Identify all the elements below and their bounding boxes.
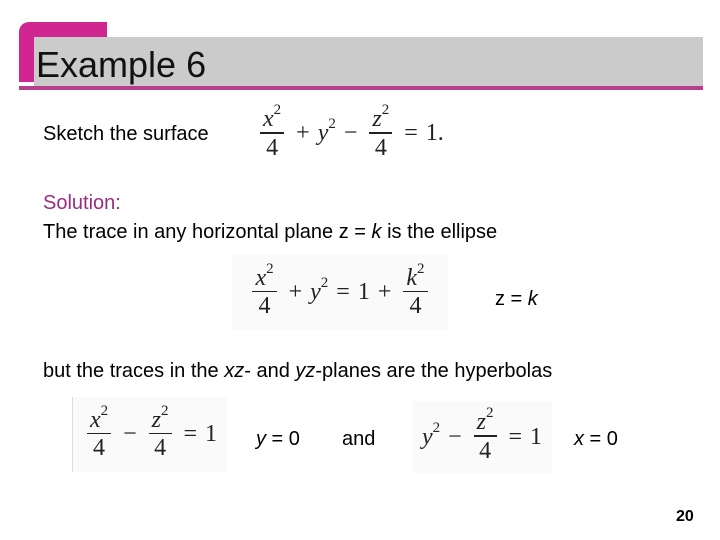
slide-title: Example 6 bbox=[36, 44, 207, 85]
solution-label: Solution: bbox=[43, 192, 121, 214]
hyperbola-yz-condition: x = 0 bbox=[574, 428, 618, 450]
hyperbola-xz-condition: y = 0 bbox=[256, 428, 300, 450]
problem-prompt: Sketch the surface bbox=[43, 123, 209, 145]
hyperbola-yz-equation: y2 − z2 4 = 1 bbox=[412, 401, 552, 473]
ellipse-equation: x2 4 + y2 = 1 + k2 4 bbox=[232, 255, 448, 330]
ellipse-condition: z = k bbox=[495, 288, 538, 310]
solution-line-1: The trace in any horizontal plane z = k … bbox=[43, 221, 498, 243]
connector-and: and bbox=[342, 428, 376, 450]
hyperbola-xz-equation: x2 4 − z2 4 = 1 bbox=[72, 397, 227, 472]
surface-equation: x2 4 + y2 − z2 4 = 1. bbox=[256, 103, 444, 162]
solution-line-2: but the traces in the xz- and yz-planes … bbox=[43, 360, 553, 382]
fraction: z2 4 bbox=[369, 103, 393, 162]
fraction: x2 4 bbox=[260, 103, 285, 162]
page-number: 20 bbox=[676, 508, 694, 525]
